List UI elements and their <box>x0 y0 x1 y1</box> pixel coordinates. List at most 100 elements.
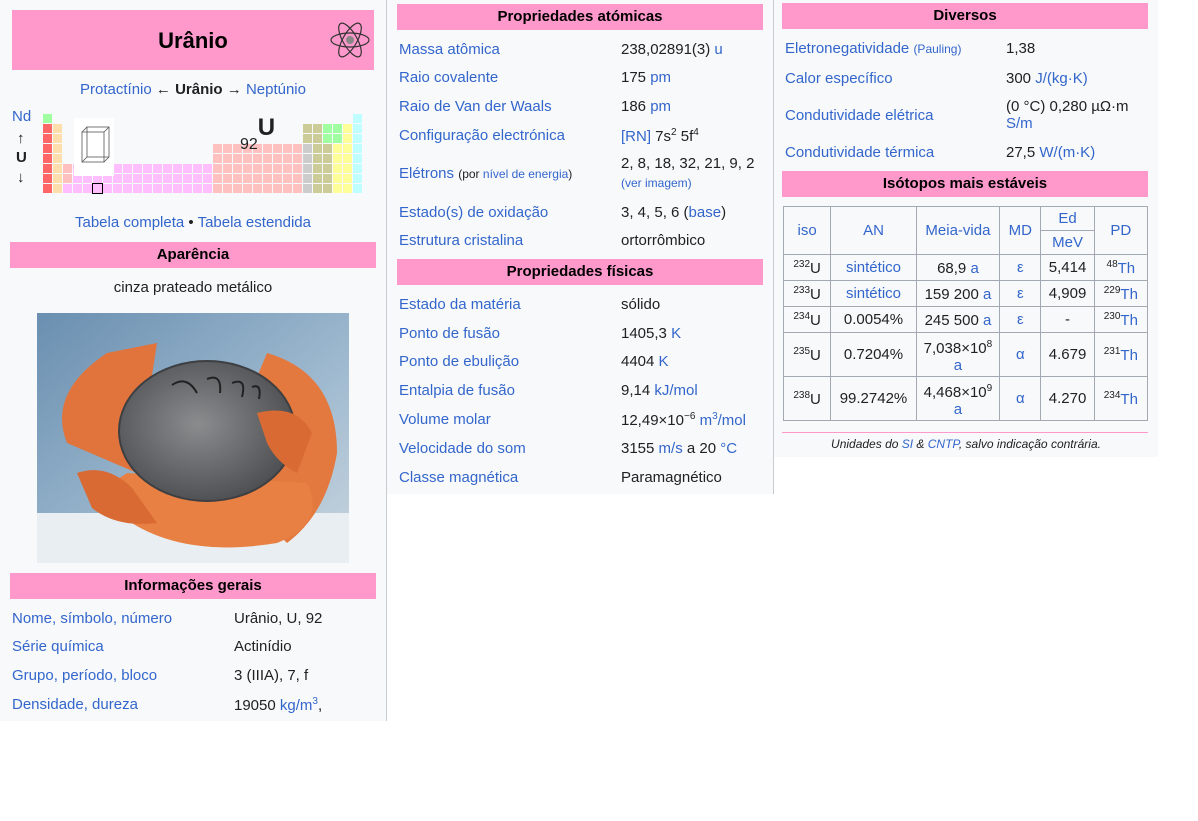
next-element-link[interactable]: Neptúnio <box>246 81 306 98</box>
periodic-cell[interactable] <box>303 124 312 133</box>
periodic-cell[interactable] <box>333 144 342 153</box>
periodic-cell[interactable] <box>353 164 362 173</box>
periodic-cell[interactable] <box>43 174 52 183</box>
periodic-cell[interactable] <box>73 184 82 193</box>
periodic-cell[interactable] <box>43 154 52 163</box>
periodic-cell[interactable] <box>353 114 362 123</box>
periodic-cell[interactable] <box>223 154 232 163</box>
electrons-label-text[interactable]: Elétrons <box>399 165 454 182</box>
periodic-cell[interactable] <box>293 154 302 163</box>
molar-volume-label[interactable]: Volume molar <box>399 411 491 428</box>
periodic-cell[interactable] <box>113 184 122 193</box>
md-cell[interactable]: α <box>999 332 1042 377</box>
periodic-cell[interactable] <box>243 164 252 173</box>
periodic-cell[interactable] <box>343 184 352 193</box>
mass-unit-link[interactable]: u <box>714 41 722 58</box>
md-cell[interactable]: ε <box>999 254 1042 281</box>
periodic-cell[interactable] <box>63 164 72 173</box>
periodic-cell[interactable] <box>113 164 122 173</box>
periodic-cell[interactable] <box>43 134 52 143</box>
pauling-link[interactable]: (Pauling) <box>913 42 961 56</box>
periodic-cell[interactable] <box>243 174 252 183</box>
periodic-cell[interactable] <box>353 124 362 133</box>
general-label[interactable]: Densidade, dureza <box>12 696 138 713</box>
periodic-cell[interactable] <box>313 174 322 183</box>
thermal-unit-link[interactable]: W/(m·K) <box>1039 144 1095 161</box>
periodic-cell[interactable] <box>133 174 142 183</box>
periodic-cell[interactable] <box>343 164 352 173</box>
above-element-link[interactable]: Nd <box>12 108 31 125</box>
periodic-cell[interactable] <box>43 124 52 133</box>
periodic-cell[interactable] <box>123 164 132 173</box>
periodic-cell[interactable] <box>273 144 282 153</box>
periodic-cell[interactable] <box>213 174 222 183</box>
kelvin-link[interactable]: K <box>659 353 669 370</box>
periodic-cell[interactable] <box>43 164 52 173</box>
periodic-cell[interactable] <box>353 154 362 163</box>
periodic-cell[interactable] <box>333 134 342 143</box>
periodic-cell[interactable] <box>283 164 292 173</box>
periodic-cell[interactable] <box>43 184 52 193</box>
periodic-cell[interactable] <box>223 144 232 153</box>
periodic-cell[interactable] <box>283 144 292 153</box>
molar-unit-link[interactable]: m3/mol <box>700 411 746 429</box>
periodic-cell[interactable] <box>293 174 302 183</box>
crystal-label[interactable]: Estrutura cristalina <box>399 232 523 249</box>
periodic-cell[interactable] <box>203 174 212 183</box>
md-cell[interactable]: ε <box>999 280 1042 307</box>
periodic-cell[interactable] <box>83 184 92 193</box>
view-image-link[interactable]: (ver imagem) <box>621 176 692 190</box>
periodic-cell[interactable] <box>193 164 202 173</box>
periodic-cell[interactable] <box>253 154 262 163</box>
periodic-cell[interactable] <box>263 184 272 193</box>
col-iso[interactable]: iso <box>782 206 832 255</box>
siemens-link[interactable]: S/m <box>1006 115 1033 132</box>
periodic-cell[interactable] <box>313 164 322 173</box>
specific-heat-label[interactable]: Calor específico <box>785 70 893 87</box>
kelvin-link[interactable]: K <box>671 325 681 342</box>
periodic-cell[interactable] <box>153 174 162 183</box>
kjmol-link[interactable]: kJ/mol <box>654 382 697 399</box>
periodic-cell[interactable] <box>53 134 62 143</box>
covalent-radius-label[interactable]: Raio covalente <box>399 69 498 86</box>
periodic-cell[interactable] <box>133 184 142 193</box>
periodic-cell[interactable] <box>43 144 52 153</box>
periodic-cell[interactable] <box>163 184 172 193</box>
vdw-radius-label[interactable]: Raio de Van der Waals <box>399 98 552 115</box>
periodic-cell[interactable] <box>323 174 332 183</box>
periodic-cell[interactable] <box>303 174 312 183</box>
density-unit[interactable]: kg/m3 <box>280 696 318 714</box>
sound-speed-label[interactable]: Velocidade do som <box>399 440 526 457</box>
periodic-cell[interactable] <box>193 184 202 193</box>
periodic-cell[interactable] <box>253 184 262 193</box>
periodic-cell[interactable] <box>343 124 352 133</box>
cntp-link[interactable]: CNTP <box>928 437 959 451</box>
periodic-cell[interactable] <box>313 134 322 143</box>
periodic-cell[interactable] <box>343 144 352 153</box>
crystal-value[interactable]: ortorrômbico <box>621 232 705 249</box>
periodic-cell[interactable] <box>233 164 242 173</box>
oxidation-label[interactable]: Estado(s) de oxidação <box>399 204 548 221</box>
periodic-cell[interactable] <box>273 174 282 183</box>
periodic-cell[interactable] <box>173 164 182 173</box>
periodic-cell[interactable] <box>313 124 322 133</box>
periodic-cell[interactable] <box>223 164 232 173</box>
periodic-cell[interactable] <box>293 164 302 173</box>
periodic-cell[interactable] <box>213 154 222 163</box>
general-label[interactable]: Grupo, período, bloco <box>12 667 157 684</box>
periodic-cell[interactable] <box>153 184 162 193</box>
periodic-cell[interactable] <box>343 134 352 143</box>
periodic-cell[interactable] <box>53 184 62 193</box>
general-value[interactable]: Actinídio <box>234 638 292 655</box>
periodic-cell[interactable] <box>303 144 312 153</box>
periodic-cell[interactable] <box>323 144 332 153</box>
periodic-cell[interactable] <box>123 184 132 193</box>
periodic-cell[interactable] <box>353 174 362 183</box>
prev-element-link[interactable]: Protactínio <box>80 81 152 98</box>
base-link[interactable]: base <box>689 204 722 221</box>
periodic-cell[interactable] <box>333 124 342 133</box>
md-cell[interactable]: α <box>999 376 1042 421</box>
ms-unit-link[interactable]: m/s <box>659 440 683 457</box>
periodic-cell[interactable] <box>92 183 103 194</box>
periodic-cell[interactable] <box>343 174 352 183</box>
